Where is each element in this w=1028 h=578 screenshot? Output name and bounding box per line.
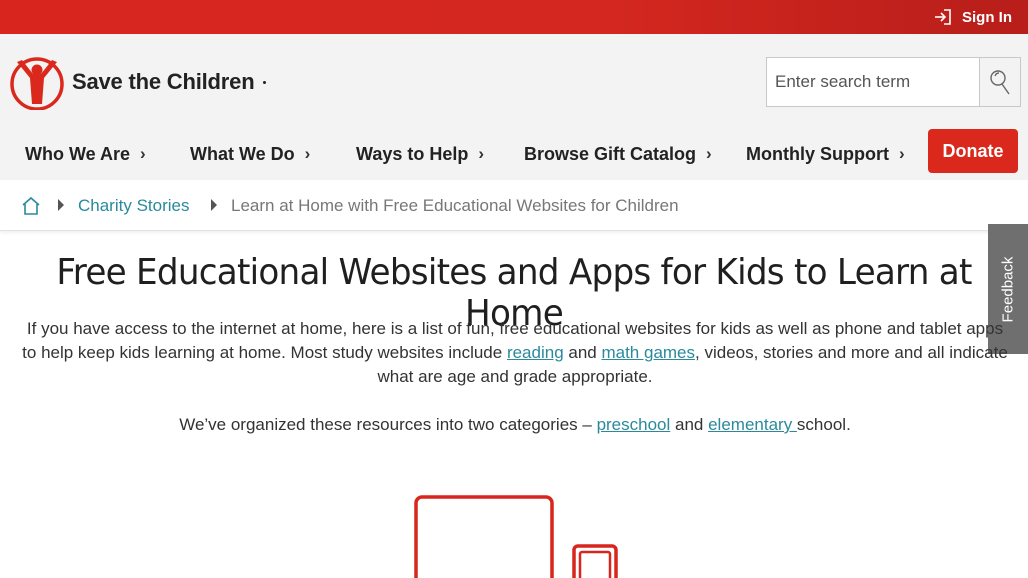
search-box [766, 57, 1021, 107]
breadcrumb-link-charity-stories[interactable]: Charity Stories [78, 196, 189, 216]
chevron-right-icon: › [478, 144, 485, 163]
categories-text-3: school. [796, 415, 851, 434]
math-games-link[interactable]: math games [601, 343, 695, 362]
main-nav: Who We Are › What We Do › Ways to Help ›… [0, 128, 1028, 180]
breadcrumb-separator-icon [211, 199, 217, 211]
nav-item-label: Browse Gift Catalog [524, 143, 697, 164]
nav-item-label: Monthly Support [746, 143, 889, 164]
donate-button[interactable]: Donate [928, 129, 1018, 173]
chevron-right-icon: › [898, 144, 905, 163]
preschool-link[interactable]: preschool [597, 415, 671, 434]
chevron-right-icon: › [304, 144, 311, 163]
home-icon[interactable] [21, 196, 41, 216]
intro-paragraph: If you have access to the internet at ho… [20, 317, 1010, 389]
sign-in-label: Sign In [962, 8, 1012, 26]
categories-paragraph: We’ve organized these resources into two… [20, 413, 1010, 437]
reading-link[interactable]: reading [507, 343, 564, 362]
top-bar: Sign In [0, 0, 1028, 34]
breadcrumb-current-page: Learn at Home with Free Educational Webs… [231, 196, 679, 215]
chevron-right-icon: › [140, 144, 146, 163]
nav-item-label: Who We Are [25, 143, 131, 164]
site-header: Save the Children Who We Are › What We D… [0, 34, 1028, 180]
nav-item-what-we-do[interactable]: What We Do › [190, 128, 310, 180]
nav-item-who-we-are[interactable]: Who We Are › [25, 128, 146, 180]
site-logo[interactable]: Save the Children [10, 54, 267, 110]
breadcrumb: Charity Stories Learn at Home with Free … [0, 180, 1028, 231]
sign-in-icon [935, 9, 951, 25]
logo-text: Save the Children [72, 69, 255, 94]
categories-text-2: and [670, 415, 709, 434]
nav-item-monthly-support[interactable]: Monthly Support › [746, 128, 905, 180]
search-button[interactable] [979, 57, 1021, 107]
categories-text-1: We’ve organized these resources into two… [179, 415, 597, 434]
nav-item-label: What We Do [190, 143, 295, 164]
nav-item-label: Ways to Help [356, 143, 469, 164]
save-the-children-logo-icon [10, 57, 64, 110]
logo-dot [263, 80, 267, 84]
nav-item-ways-to-help[interactable]: Ways to Help › [356, 128, 484, 180]
nav-item-browse-gift-catalog[interactable]: Browse Gift Catalog › [524, 128, 712, 180]
intro-text-2: and [563, 343, 602, 362]
breadcrumb-separator-icon [58, 199, 64, 211]
search-input[interactable] [766, 57, 979, 107]
tablet-and-phone-illustration [414, 495, 618, 578]
search-icon [990, 70, 1010, 95]
chevron-right-icon: › [706, 144, 712, 163]
sign-in-link[interactable]: Sign In [933, 0, 1012, 34]
elementary-link[interactable]: elementary [708, 415, 797, 434]
